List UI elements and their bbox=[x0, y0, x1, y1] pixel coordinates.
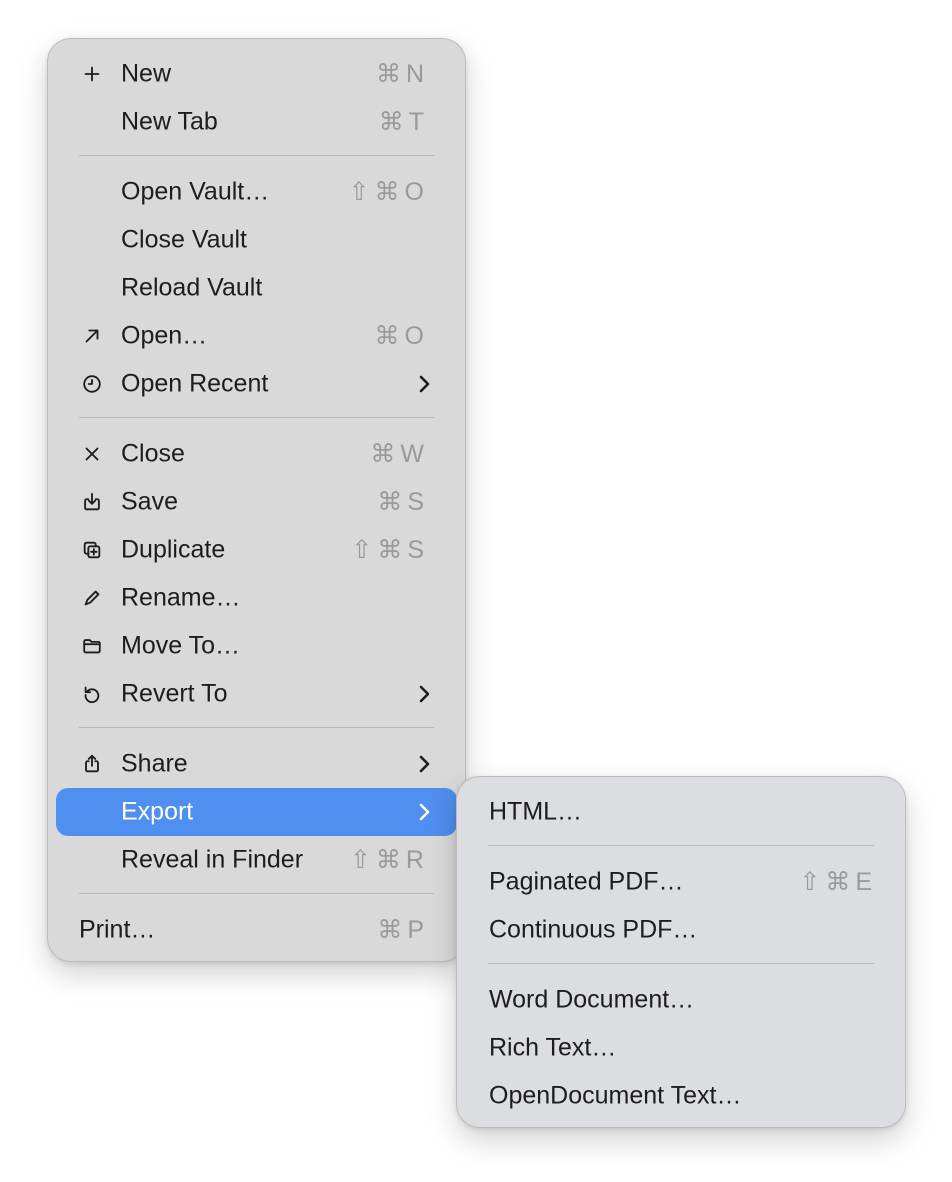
menu-item-label: Open Recent bbox=[121, 369, 269, 398]
menu-item-open[interactable]: Open… ⌘O bbox=[56, 312, 457, 360]
shortcut-label: ⇧⌘R bbox=[349, 846, 429, 874]
submenu-item-paginated-pdf[interactable]: Paginated PDF… ⇧⌘E bbox=[465, 858, 897, 906]
shortcut-label: ⌘P bbox=[377, 916, 429, 944]
menu-item-label: Move To… bbox=[121, 631, 241, 660]
menu-item-label: Paginated PDF… bbox=[489, 867, 684, 896]
shortcut-label: ⌘S bbox=[377, 488, 429, 516]
menu-item-rename[interactable]: Rename… bbox=[56, 574, 457, 622]
share-icon bbox=[80, 752, 104, 776]
menu-item-label: Save bbox=[121, 487, 178, 516]
menu-item-label: Close bbox=[121, 439, 185, 468]
submenu-item-continuous-pdf[interactable]: Continuous PDF… bbox=[465, 906, 897, 954]
menu-item-save[interactable]: Save ⌘S bbox=[56, 478, 457, 526]
shortcut-label: ⌘W bbox=[370, 440, 429, 468]
menu-item-label: New bbox=[121, 59, 172, 88]
menu-item-new-tab[interactable]: New Tab ⌘T bbox=[56, 98, 457, 146]
menu-item-label: Revert To bbox=[121, 679, 228, 708]
menu-separator bbox=[79, 727, 434, 728]
menu-item-close[interactable]: Close ⌘W bbox=[56, 430, 457, 478]
menu-item-label: Close Vault bbox=[121, 225, 247, 254]
menu-separator bbox=[79, 893, 434, 894]
menu-item-label: HTML… bbox=[489, 797, 583, 826]
submenu-item-html[interactable]: HTML… bbox=[465, 788, 897, 836]
submenu-item-rich-text[interactable]: Rich Text… bbox=[465, 1024, 897, 1072]
menu-item-new[interactable]: New ⌘N bbox=[56, 50, 457, 98]
shortcut-label: ⌘O bbox=[374, 322, 429, 350]
menu-item-reload-vault[interactable]: Reload Vault bbox=[56, 264, 457, 312]
menu-item-label: Print… bbox=[79, 915, 156, 944]
duplicate-icon bbox=[80, 538, 104, 562]
menu-item-reveal-in-finder[interactable]: Reveal in Finder ⇧⌘R bbox=[56, 836, 457, 884]
save-icon bbox=[80, 490, 104, 514]
menu-item-label: Rename… bbox=[121, 583, 241, 612]
menu-separator bbox=[488, 963, 874, 964]
arrow-up-right-icon bbox=[80, 324, 104, 348]
menu-separator bbox=[79, 155, 434, 156]
shortcut-label: ⇧⌘S bbox=[351, 536, 429, 564]
shortcut-label: ⌘N bbox=[375, 60, 429, 88]
shortcut-label: ⌘T bbox=[378, 108, 429, 136]
menu-item-label: Export bbox=[121, 797, 194, 826]
submenu-item-word-document[interactable]: Word Document… bbox=[465, 976, 897, 1024]
chevron-right-icon bbox=[417, 801, 431, 823]
pencil-icon bbox=[80, 586, 104, 610]
chevron-right-icon bbox=[417, 373, 431, 395]
menu-item-label: Word Document… bbox=[489, 985, 695, 1014]
menu-item-label: Rich Text… bbox=[489, 1033, 617, 1062]
menu-item-label: Open… bbox=[121, 321, 208, 350]
x-icon bbox=[80, 442, 104, 466]
menu-item-open-recent[interactable]: Open Recent bbox=[56, 360, 457, 408]
file-menu: New ⌘N New Tab ⌘T Open Vault… ⇧⌘O Close … bbox=[47, 38, 466, 962]
revert-icon bbox=[80, 682, 104, 706]
menu-item-label: Reload Vault bbox=[121, 273, 263, 302]
menu-item-label: OpenDocument Text… bbox=[489, 1081, 742, 1110]
menu-item-duplicate[interactable]: Duplicate ⇧⌘S bbox=[56, 526, 457, 574]
menu-item-label: Continuous PDF… bbox=[489, 915, 698, 944]
chevron-right-icon bbox=[417, 753, 431, 775]
menu-item-export[interactable]: Export bbox=[56, 788, 457, 836]
plus-icon bbox=[80, 62, 104, 86]
export-submenu: HTML… Paginated PDF… ⇧⌘E Continuous PDF…… bbox=[456, 776, 906, 1128]
menu-item-move-to[interactable]: Move To… bbox=[56, 622, 457, 670]
menu-separator bbox=[79, 417, 434, 418]
menu-item-label: Reveal in Finder bbox=[121, 845, 304, 874]
menu-item-open-vault[interactable]: Open Vault… ⇧⌘O bbox=[56, 168, 457, 216]
submenu-item-opendocument-text[interactable]: OpenDocument Text… bbox=[465, 1072, 897, 1120]
menu-item-label: Open Vault… bbox=[121, 177, 270, 206]
shortcut-label: ⇧⌘E bbox=[799, 868, 877, 896]
menu-item-label: Share bbox=[121, 749, 188, 778]
menu-item-label: Duplicate bbox=[121, 535, 226, 564]
menu-item-close-vault[interactable]: Close Vault bbox=[56, 216, 457, 264]
menu-item-label: New Tab bbox=[121, 107, 218, 136]
shortcut-label: ⇧⌘O bbox=[348, 178, 429, 206]
menu-item-share[interactable]: Share bbox=[56, 740, 457, 788]
menu-separator bbox=[488, 845, 874, 846]
menu-item-revert-to[interactable]: Revert To bbox=[56, 670, 457, 718]
chevron-right-icon bbox=[417, 683, 431, 705]
clock-icon bbox=[80, 372, 104, 396]
menu-item-print[interactable]: Print… ⌘P bbox=[56, 906, 457, 954]
folder-icon bbox=[80, 634, 104, 658]
